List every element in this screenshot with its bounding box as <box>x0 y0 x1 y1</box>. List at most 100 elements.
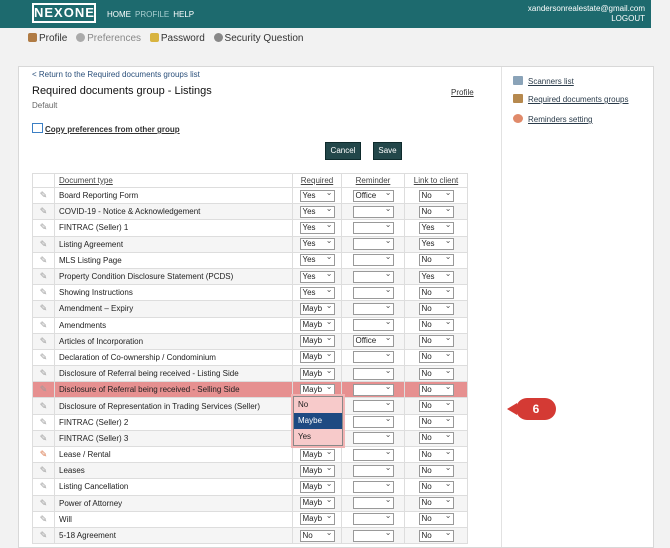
edit-pencil-icon[interactable]: ✎ <box>32 186 55 205</box>
link-to-client-select[interactable]: No <box>418 400 454 413</box>
dropdown-option-no[interactable]: No <box>294 397 342 413</box>
link-to-client-select[interactable]: No <box>418 513 454 526</box>
reminder-select[interactable] <box>352 400 394 413</box>
link-to-client-select[interactable]: No <box>418 319 454 332</box>
link-to-client-select[interactable]: No <box>418 189 454 202</box>
edit-pencil-icon[interactable]: ✎ <box>32 267 55 286</box>
required-select[interactable]: Mayb <box>299 302 335 315</box>
link-to-client-select[interactable]: No <box>418 529 454 542</box>
required-select[interactable]: Yes <box>299 221 335 234</box>
reminder-select[interactable] <box>352 497 394 510</box>
edit-pencil-icon[interactable]: ✎ <box>32 348 55 367</box>
required-select[interactable]: Mayb <box>299 335 335 348</box>
nav-help[interactable]: HELP <box>173 10 194 19</box>
link-to-client-select[interactable]: Yes <box>418 270 454 283</box>
edit-pencil-icon[interactable]: ✎ <box>32 365 55 383</box>
link-to-client-select[interactable]: No <box>418 432 454 445</box>
reminder-select[interactable] <box>352 221 394 234</box>
reminder-select[interactable] <box>352 367 394 380</box>
required-select[interactable]: Yes <box>299 270 335 283</box>
nav-profile[interactable]: PROFILE <box>135 10 169 19</box>
edit-pencil-icon[interactable]: ✎ <box>32 381 55 399</box>
required-documents-groups-link[interactable]: Required documents groups <box>513 94 629 112</box>
link-to-client-select[interactable]: Yes <box>418 221 454 234</box>
save-button[interactable]: Save <box>373 142 402 160</box>
required-select[interactable]: Yes <box>299 254 335 267</box>
back-link[interactable]: < Return to the Required documents group… <box>32 70 200 79</box>
reminder-select[interactable] <box>352 270 394 283</box>
edit-pencil-icon[interactable]: ✎ <box>32 526 55 545</box>
edit-pencil-icon[interactable]: ✎ <box>32 510 55 528</box>
subnav-profile[interactable]: Profile <box>28 33 67 44</box>
reminder-select[interactable] <box>352 351 394 364</box>
required-select[interactable]: Yes <box>299 238 335 251</box>
required-select[interactable]: Yes <box>299 205 335 218</box>
edit-pencil-icon[interactable]: ✎ <box>32 332 55 350</box>
reminder-select[interactable] <box>352 416 394 429</box>
dropdown-option-maybe[interactable]: Maybe <box>294 413 342 429</box>
edit-pencil-icon[interactable]: ✎ <box>32 429 55 448</box>
col-required[interactable]: Required <box>292 173 342 188</box>
reminder-select[interactable] <box>352 254 394 267</box>
nexone-logo[interactable]: NEXONE <box>32 3 96 23</box>
required-select[interactable]: Mayb <box>299 319 335 332</box>
required-select[interactable]: Yes <box>299 286 335 299</box>
dropdown-option-yes[interactable]: Yes <box>294 429 342 445</box>
link-to-client-select[interactable]: No <box>418 286 454 299</box>
edit-pencil-icon[interactable]: ✎ <box>32 413 55 431</box>
edit-pencil-icon[interactable]: ✎ <box>32 284 55 302</box>
reminders-setting-link[interactable]: Reminders setting <box>513 114 629 132</box>
link-to-client-select[interactable]: No <box>418 497 454 510</box>
required-select[interactable]: Mayb <box>299 464 335 477</box>
edit-pencil-icon[interactable]: ✎ <box>32 316 55 334</box>
cancel-button[interactable]: Cancel <box>325 142 361 160</box>
reminder-select[interactable] <box>352 319 394 332</box>
link-to-client-select[interactable]: No <box>418 383 454 396</box>
required-select[interactable]: Mayb <box>299 383 335 396</box>
reminder-select[interactable]: Office <box>352 189 394 202</box>
subnav-preferences[interactable]: Preferences <box>76 33 141 44</box>
subnav-password[interactable]: Password <box>149 33 205 44</box>
edit-pencil-icon[interactable]: ✎ <box>32 478 55 496</box>
required-dropdown-list[interactable]: No Maybe Yes <box>293 396 343 446</box>
link-to-client-select[interactable]: No <box>418 254 454 267</box>
reminder-select[interactable] <box>352 205 394 218</box>
edit-pencil-icon[interactable]: ✎ <box>32 251 55 269</box>
nav-home[interactable]: HOME <box>107 10 131 19</box>
edit-pencil-icon[interactable]: ✎ <box>32 397 55 415</box>
link-to-client-select[interactable]: No <box>418 448 454 461</box>
link-to-client-select[interactable]: No <box>418 205 454 218</box>
reminder-select[interactable] <box>352 448 394 461</box>
col-reminder[interactable]: Reminder <box>341 173 405 188</box>
reminder-select[interactable] <box>352 383 394 396</box>
edit-pencil-icon[interactable]: ✎ <box>32 462 55 480</box>
link-to-client-select[interactable]: No <box>418 416 454 429</box>
edit-pencil-icon[interactable]: ✎ <box>32 219 55 237</box>
link-to-client-select[interactable]: No <box>418 302 454 315</box>
col-link-to-client[interactable]: Link to client <box>404 173 468 188</box>
edit-pencil-icon[interactable]: ✎ <box>32 445 55 464</box>
reminder-select[interactable] <box>352 302 394 315</box>
subnav-security-question[interactable]: Security Question <box>213 33 303 44</box>
reminder-select[interactable]: Office <box>352 335 394 348</box>
link-to-client-select[interactable]: No <box>418 335 454 348</box>
required-select[interactable]: Mayb <box>299 513 335 526</box>
copy-preferences-link[interactable]: Copy preferences from other group <box>32 123 180 134</box>
reminder-select[interactable] <box>352 286 394 299</box>
required-select[interactable]: Mayb <box>299 480 335 493</box>
link-to-client-select[interactable]: No <box>418 351 454 364</box>
edit-pencil-icon[interactable]: ✎ <box>32 300 55 318</box>
link-to-client-select[interactable]: No <box>418 464 454 477</box>
link-to-client-select[interactable]: Yes <box>418 238 454 251</box>
scanners-list-link[interactable]: Scanners list <box>513 76 629 94</box>
required-select[interactable]: Mayb <box>299 351 335 364</box>
edit-pencil-icon[interactable]: ✎ <box>32 235 55 253</box>
required-select[interactable]: Mayb <box>299 367 335 380</box>
edit-pencil-icon[interactable]: ✎ <box>32 203 55 221</box>
profile-link[interactable]: Profile <box>451 88 474 97</box>
col-document-type[interactable]: Document type <box>54 173 293 188</box>
reminder-select[interactable] <box>352 238 394 251</box>
required-select[interactable]: Mayb <box>299 497 335 510</box>
reminder-select[interactable] <box>352 513 394 526</box>
reminder-select[interactable] <box>352 480 394 493</box>
